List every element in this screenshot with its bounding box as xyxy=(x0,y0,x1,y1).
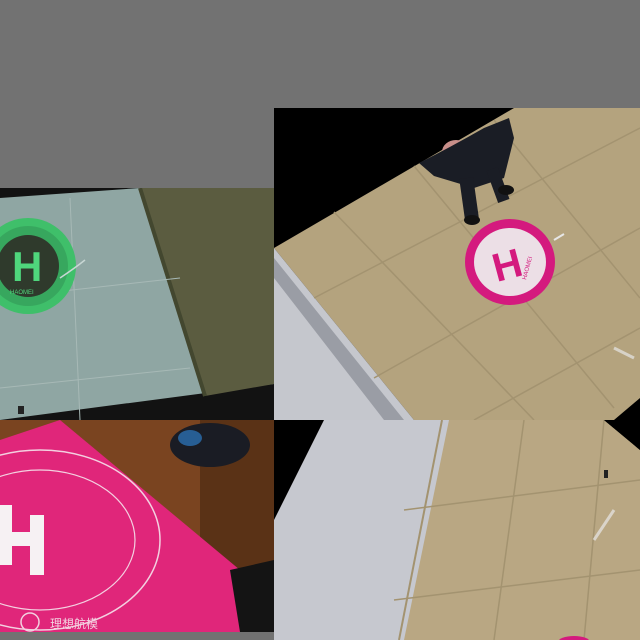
green-pad-label: HAOMEI xyxy=(10,290,34,296)
pink-pad-person-photo: H HAOMEI xyxy=(274,108,640,420)
tile-green-pad: H HAOMEI xyxy=(0,188,274,420)
closeup-logo-text: 理想航模 xyxy=(50,616,98,631)
green-pad-photo: H HAOMEI xyxy=(0,188,274,420)
tile-pink-pad-closeup: H 理想航模 xyxy=(0,420,274,632)
tile-empty-floor xyxy=(274,420,640,640)
photo-mosaic: H HAOMEI H HAOMEI 理想航模 xyxy=(0,0,640,640)
pink-landing-pad: H HAOMEI xyxy=(465,219,555,305)
pink-pad-closeup-photo: H 理想航模 xyxy=(0,420,274,632)
empty-floor-photo xyxy=(274,420,640,640)
green-pad-letter: H xyxy=(12,243,42,290)
tile-pink-pad-person: H HAOMEI xyxy=(274,108,640,420)
